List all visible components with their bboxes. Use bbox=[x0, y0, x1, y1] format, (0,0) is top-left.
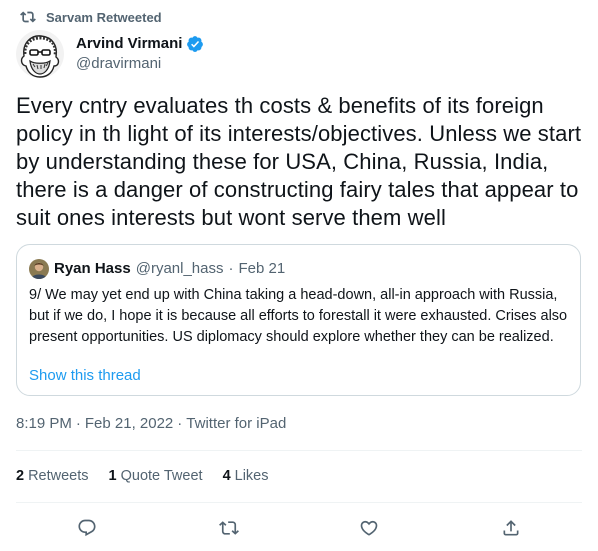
retweets-count: 2 bbox=[16, 468, 25, 484]
quoted-separator: · bbox=[228, 260, 234, 277]
tweet-metadata: 8:19 PM · Feb 21, 2022 · Twitter for iPa… bbox=[16, 415, 286, 432]
quoted-tweet-header: Ryan Hass @ryanl_hass · Feb 21 bbox=[29, 259, 285, 279]
quote-tweets-label: Quote Tweet bbox=[120, 468, 203, 484]
tweet-actions bbox=[0, 503, 598, 551]
author-display-name[interactable]: Arvind Virmani bbox=[76, 34, 182, 54]
author-names: Arvind Virmani @dravirmani bbox=[76, 34, 204, 74]
tweet-text: Every cntry evaluates th costs & benefit… bbox=[16, 93, 582, 230]
meta-separator: · bbox=[177, 415, 183, 432]
verified-badge-icon bbox=[187, 36, 204, 52]
reply-icon bbox=[78, 519, 96, 537]
author-handle[interactable]: @dravirmani bbox=[76, 54, 204, 74]
quote-tweets-stat[interactable]: 1 Quote Tweet bbox=[109, 468, 203, 488]
quoted-avatar bbox=[29, 259, 49, 279]
quote-tweets-count: 1 bbox=[108, 468, 117, 484]
quoted-tweet-card[interactable]: Ryan Hass @ryanl_hass · Feb 21 9/ We may… bbox=[16, 244, 581, 396]
avatar[interactable] bbox=[16, 30, 64, 78]
quoted-tweet-text: 9/ We may yet end up with China taking a… bbox=[29, 287, 568, 345]
tweet-time[interactable]: 8:19 PM bbox=[16, 415, 72, 432]
tweet-author: Arvind Virmani @dravirmani bbox=[16, 30, 204, 78]
retweet-icon bbox=[219, 521, 239, 535]
heart-icon bbox=[360, 520, 378, 536]
quoted-author-name: Ryan Hass bbox=[54, 260, 131, 277]
engagement-stats: 2 Retweets 1 Quote Tweet 4 Likes bbox=[16, 468, 269, 488]
meta-separator: · bbox=[75, 415, 81, 432]
quoted-author-handle: @ryanl_hass bbox=[135, 260, 224, 277]
likes-label: Likes bbox=[234, 468, 269, 484]
share-button[interactable] bbox=[496, 513, 526, 543]
retweet-icon bbox=[20, 11, 36, 23]
retweet-context-label[interactable]: Sarvam Retweeted bbox=[46, 10, 162, 25]
like-button[interactable] bbox=[354, 513, 384, 543]
author-name-row: Arvind Virmani bbox=[76, 34, 204, 54]
quoted-date: Feb 21 bbox=[238, 260, 286, 277]
retweets-label: Retweets bbox=[28, 468, 89, 484]
tweet-source[interactable]: Twitter for iPad bbox=[186, 415, 286, 432]
retweets-stat[interactable]: 2 Retweets bbox=[16, 468, 89, 488]
likes-count: 4 bbox=[222, 468, 231, 484]
tweet-date[interactable]: Feb 21, 2022 bbox=[85, 415, 173, 432]
likes-stat[interactable]: 4 Likes bbox=[223, 468, 269, 488]
show-thread-link[interactable]: Show this thread bbox=[29, 367, 141, 384]
reply-button[interactable] bbox=[72, 513, 102, 543]
retweet-context: Sarvam Retweeted bbox=[20, 8, 162, 26]
share-icon bbox=[503, 520, 519, 536]
divider bbox=[16, 450, 582, 451]
retweet-button[interactable] bbox=[214, 513, 244, 543]
